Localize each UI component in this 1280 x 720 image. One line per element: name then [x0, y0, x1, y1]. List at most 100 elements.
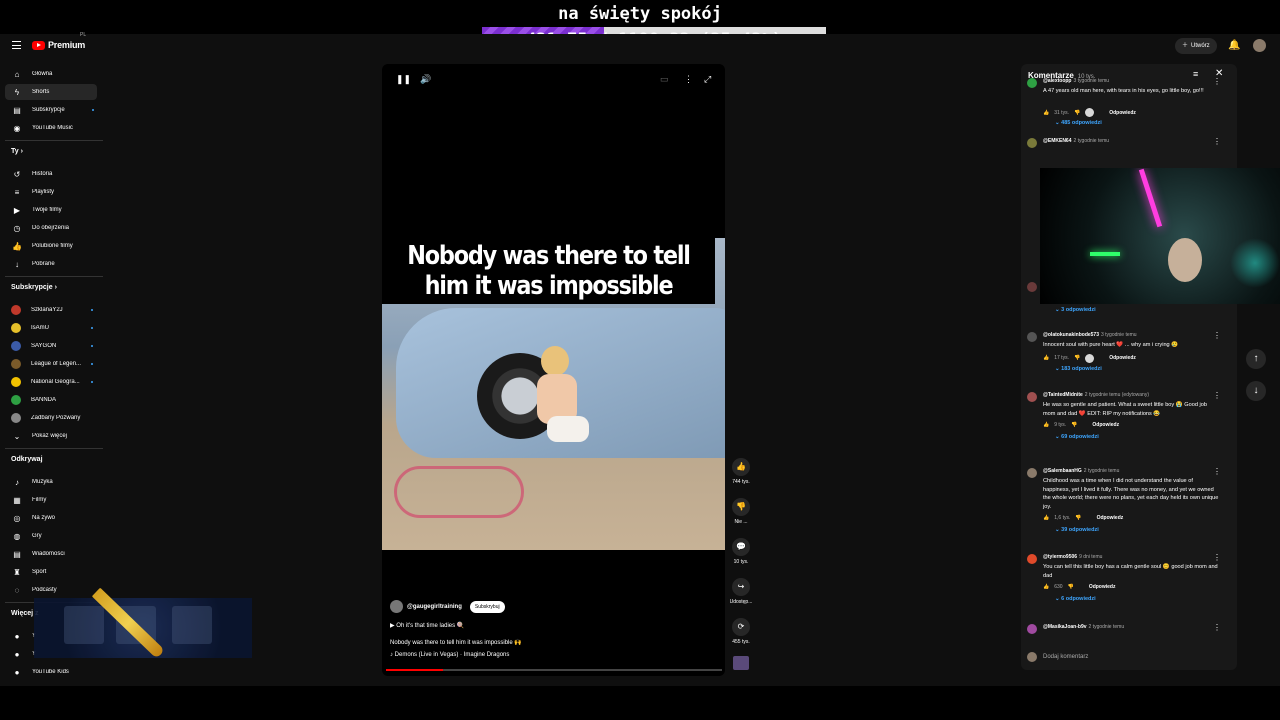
sidebar-section-title[interactable]: Ty ›: [11, 148, 23, 155]
reply-button[interactable]: Odpowiedz: [1089, 584, 1116, 590]
like-action[interactable]: 👍 744 tys.: [726, 458, 756, 485]
sidebar-item[interactable]: IsAmU: [5, 320, 97, 336]
reply-button[interactable]: Odpowiedz: [1109, 110, 1136, 116]
comment-avatar[interactable]: [1027, 332, 1037, 342]
more-vert-icon[interactable]: ⋮: [1213, 77, 1221, 86]
dislike-icon[interactable]: 👎: [1068, 584, 1074, 590]
more-vert-icon[interactable]: ⋮: [1213, 331, 1221, 340]
sort-icon[interactable]: ≡: [1193, 69, 1198, 79]
sidebar-item[interactable]: BANNDA: [5, 392, 97, 408]
like-icon[interactable]: 👍: [1043, 584, 1049, 590]
dislike-icon[interactable]: 👎: [1075, 515, 1081, 521]
sidebar-item[interactable]: ϟ Shorts: [5, 84, 97, 100]
more-vert-icon[interactable]: ⋮: [1213, 467, 1221, 476]
sound-row[interactable]: ▶ Oh it's that time ladies 🍭: [390, 622, 464, 629]
more-vert-icon[interactable]: ⋮: [684, 74, 693, 85]
show-replies-button[interactable]: ⌄ 69 odpowiedzi: [1055, 434, 1099, 440]
more-vert-icon[interactable]: ⋮: [1213, 391, 1221, 400]
sidebar-item[interactable]: Zadbany Pozwany: [5, 410, 97, 426]
sidebar-item[interactable]: 👍 Polubione filmy: [5, 238, 97, 254]
more-vert-icon[interactable]: ⋮: [1213, 623, 1221, 632]
sidebar-item[interactable]: ♜ Sport: [5, 564, 97, 580]
reply-button[interactable]: Odpowiedz: [1109, 355, 1136, 361]
sidebar-item[interactable]: ◍ Gry: [5, 528, 97, 544]
sidebar-section-title[interactable]: Subskrypcje ›: [11, 284, 57, 291]
volume-icon[interactable]: 🔊: [420, 74, 431, 85]
sidebar-item[interactable]: ◌ Podcasty: [5, 582, 97, 598]
show-replies-button[interactable]: ⌄ 3 odpowiedzi: [1055, 307, 1096, 313]
sidebar-item[interactable]: ● YouTube Kids: [5, 664, 97, 680]
like-icon[interactable]: 👍: [1043, 422, 1049, 428]
show-replies-button[interactable]: ⌄ 6 odpowiedzi: [1055, 596, 1096, 602]
remix-icon[interactable]: ⟳: [732, 618, 750, 636]
comment-author[interactable]: @olatokunakinbode573 3 tygodnie temu: [1043, 332, 1137, 338]
comment-avatar[interactable]: [1027, 282, 1037, 292]
comment-avatar[interactable]: [1027, 624, 1037, 634]
sidebar-item[interactable]: ◎ Na żywo: [5, 510, 97, 526]
sidebar-item[interactable]: ▦ Filmy: [5, 492, 97, 508]
reply-button[interactable]: Odpowiedz: [1097, 515, 1124, 521]
shorts-player[interactable]: ❚❚ 🔊 ▭ ⋮ ⤢ Nobody was there to tell him …: [382, 64, 725, 676]
like-icon[interactable]: 👍: [1043, 355, 1049, 361]
sidebar-item[interactable]: National Geogra...: [5, 374, 97, 390]
comment-avatar[interactable]: [1027, 78, 1037, 88]
pause-icon[interactable]: ❚❚: [396, 74, 411, 85]
comment-author[interactable]: @alextoopp 3 tygodnie temu: [1043, 78, 1109, 84]
previous-short-button[interactable]: ↑: [1246, 349, 1266, 369]
sidebar-section-title[interactable]: Odkrywaj: [11, 456, 43, 463]
reply-button[interactable]: Odpowiedz: [1092, 422, 1119, 428]
next-short-button[interactable]: ↓: [1246, 381, 1266, 401]
remix-action[interactable]: ⟳ 455 tys.: [726, 618, 756, 645]
comment-author[interactable]: @EMKEN64 2 tygodnie temu: [1043, 138, 1109, 144]
comment-author[interactable]: @tyiermo9506 9 dni temu: [1043, 554, 1102, 560]
comments-action[interactable]: 💬 10 tys.: [726, 538, 756, 565]
like-icon[interactable]: 👍: [732, 458, 750, 476]
sidebar-item[interactable]: ↺ Historia: [5, 166, 97, 182]
sidebar-item[interactable]: ↓ Pobrane: [5, 256, 97, 272]
sidebar-item[interactable]: ◷ Do obejrzenia: [5, 220, 97, 236]
bell-icon[interactable]: 🔔: [1228, 40, 1240, 51]
dislike-icon[interactable]: 👎: [1074, 355, 1080, 361]
youtube-premium-logo[interactable]: Premium: [32, 40, 85, 50]
more-vert-icon[interactable]: ⋮: [1213, 553, 1221, 562]
avatar[interactable]: [1253, 39, 1266, 52]
show-replies-button[interactable]: ⌄ 485 odpowiedzi: [1055, 120, 1102, 126]
sidebar-item[interactable]: SzklanaY2J: [5, 302, 97, 318]
sidebar-item[interactable]: SAYGON: [5, 338, 97, 354]
comment-avatar[interactable]: [1027, 554, 1037, 564]
sidebar-item[interactable]: ▤ Wiadomości: [5, 546, 97, 562]
sidebar-item[interactable]: ⌂ Główna: [5, 66, 97, 82]
sidebar-item[interactable]: ≡ Playlisty: [5, 184, 97, 200]
comment-author[interactable]: @SalembaanHG 2 tygodnie temu: [1043, 468, 1119, 474]
comment-avatar[interactable]: [1027, 392, 1037, 402]
add-comment[interactable]: Dodaj komentarz: [1027, 652, 1088, 662]
sidebar-item[interactable]: ♪ Muzyka: [5, 474, 97, 490]
show-replies-button[interactable]: ⌄ 183 odpowiedzi: [1055, 366, 1102, 372]
create-button[interactable]: ＋ Utwórz: [1175, 38, 1217, 54]
comment-avatar[interactable]: [1027, 468, 1037, 478]
comment-author[interactable]: @MasikaJoan-b9v 2 tygodnie temu: [1043, 624, 1124, 630]
add-comment-placeholder[interactable]: Dodaj komentarz: [1043, 654, 1088, 660]
comment-avatar[interactable]: [1027, 138, 1037, 148]
menu-icon[interactable]: [12, 41, 21, 49]
sidebar-item[interactable]: ▶ Twoje filmy: [5, 202, 97, 218]
sidebar-item[interactable]: ⌄ Pokaż więcej: [5, 428, 97, 444]
comment-author[interactable]: @TaintedMidnite 2 tygodnie temu (edytowan…: [1043, 392, 1149, 398]
sidebar-item[interactable]: League of Legen...: [5, 356, 97, 372]
channel-name[interactable]: @gaugegirltraining: [407, 604, 462, 610]
captions-icon[interactable]: ▭: [660, 74, 669, 85]
subscribe-button[interactable]: Subskrybuj: [469, 600, 505, 613]
sidebar-item[interactable]: ◉ YouTube Music: [5, 120, 97, 136]
share-action[interactable]: ↪ Udostęp...: [726, 578, 756, 605]
comments-icon[interactable]: 💬: [732, 538, 750, 556]
music-row[interactable]: ♪ Demons (Live in Vegas) · Imagine Drago…: [390, 652, 509, 658]
channel-avatar[interactable]: [390, 600, 403, 613]
show-replies-button[interactable]: ⌄ 39 odpowiedzi: [1055, 527, 1099, 533]
like-icon[interactable]: 👍: [1043, 515, 1049, 521]
dislike-icon[interactable]: 👎: [1074, 110, 1080, 116]
sidebar-item[interactable]: ▤ Subskrypcje: [5, 102, 97, 118]
dislike-action[interactable]: 👎 Nie ...: [726, 498, 756, 525]
fullscreen-icon[interactable]: ⤢: [704, 74, 711, 85]
dislike-icon[interactable]: 👎: [732, 498, 750, 516]
dislike-icon[interactable]: 👎: [1071, 422, 1077, 428]
